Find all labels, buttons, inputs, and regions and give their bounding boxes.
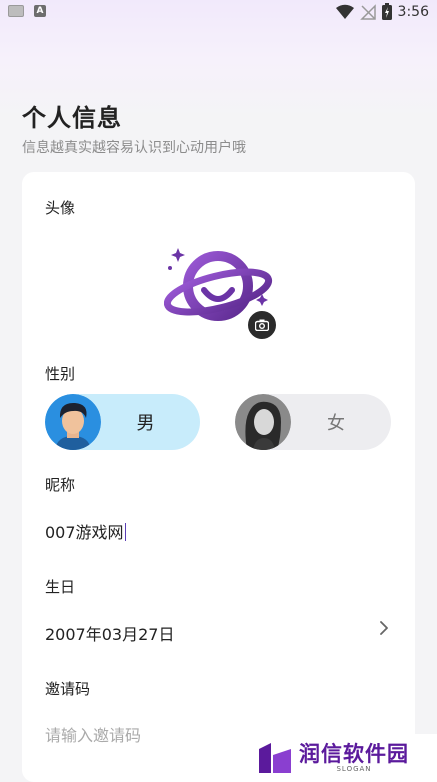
gender-option-female[interactable]: 女 xyxy=(235,394,391,450)
watermark-logo: 润信软件园 SLOGAN xyxy=(253,734,437,782)
wifi-icon xyxy=(335,4,354,19)
birthday-value: 2007年03月27日 xyxy=(45,625,175,644)
avatar-label: 头像 xyxy=(45,199,76,217)
gender-female-label: 女 xyxy=(327,413,345,434)
text-cursor xyxy=(124,523,126,541)
invite-code-input[interactable]: 请输入邀请码 xyxy=(45,722,141,746)
a-app-icon: A xyxy=(34,5,46,17)
profile-form-card: 头像 性别 男 女 昵称 007游戏网 生日 2007年03月27日 邀请码 请… xyxy=(22,172,415,782)
system-icons: 3:56 xyxy=(335,3,429,20)
no-signal-icon xyxy=(359,3,376,20)
battery-charging-icon xyxy=(381,3,392,20)
gender-male-label: 男 xyxy=(136,413,155,434)
notification-area: A xyxy=(8,5,46,17)
invite-code-label: 邀请码 xyxy=(45,680,91,698)
page-subtitle: 信息越真实越容易认识到心动用户哦 xyxy=(22,140,246,156)
birthday-selector[interactable]: 2007年03月27日 xyxy=(45,621,392,645)
watermark-text: 润信软件园 xyxy=(299,742,409,766)
status-time: 3:56 xyxy=(397,3,429,20)
female-avatar xyxy=(235,394,291,450)
page-header: 个人信息 信息越真实越容易认识到心动用户哦 xyxy=(22,98,246,157)
watermark-slogan: SLOGAN xyxy=(336,765,372,773)
camera-icon[interactable] xyxy=(246,309,278,341)
nickname-value: 007游戏网 xyxy=(45,523,124,542)
status-bar: A 3:56 xyxy=(0,0,437,24)
nickname-input[interactable]: 007游戏网 xyxy=(45,519,126,543)
chevron-right-icon[interactable] xyxy=(379,620,389,636)
male-avatar xyxy=(45,394,101,450)
birthday-label: 生日 xyxy=(45,578,76,596)
gender-label: 性别 xyxy=(45,365,76,383)
page-title: 个人信息 xyxy=(22,104,122,132)
watermark-icon xyxy=(259,743,291,773)
gender-option-male[interactable]: 男 xyxy=(45,394,200,450)
nickname-label: 昵称 xyxy=(45,476,76,494)
avatar-picker[interactable] xyxy=(163,242,278,341)
keyboard-icon xyxy=(8,5,24,17)
